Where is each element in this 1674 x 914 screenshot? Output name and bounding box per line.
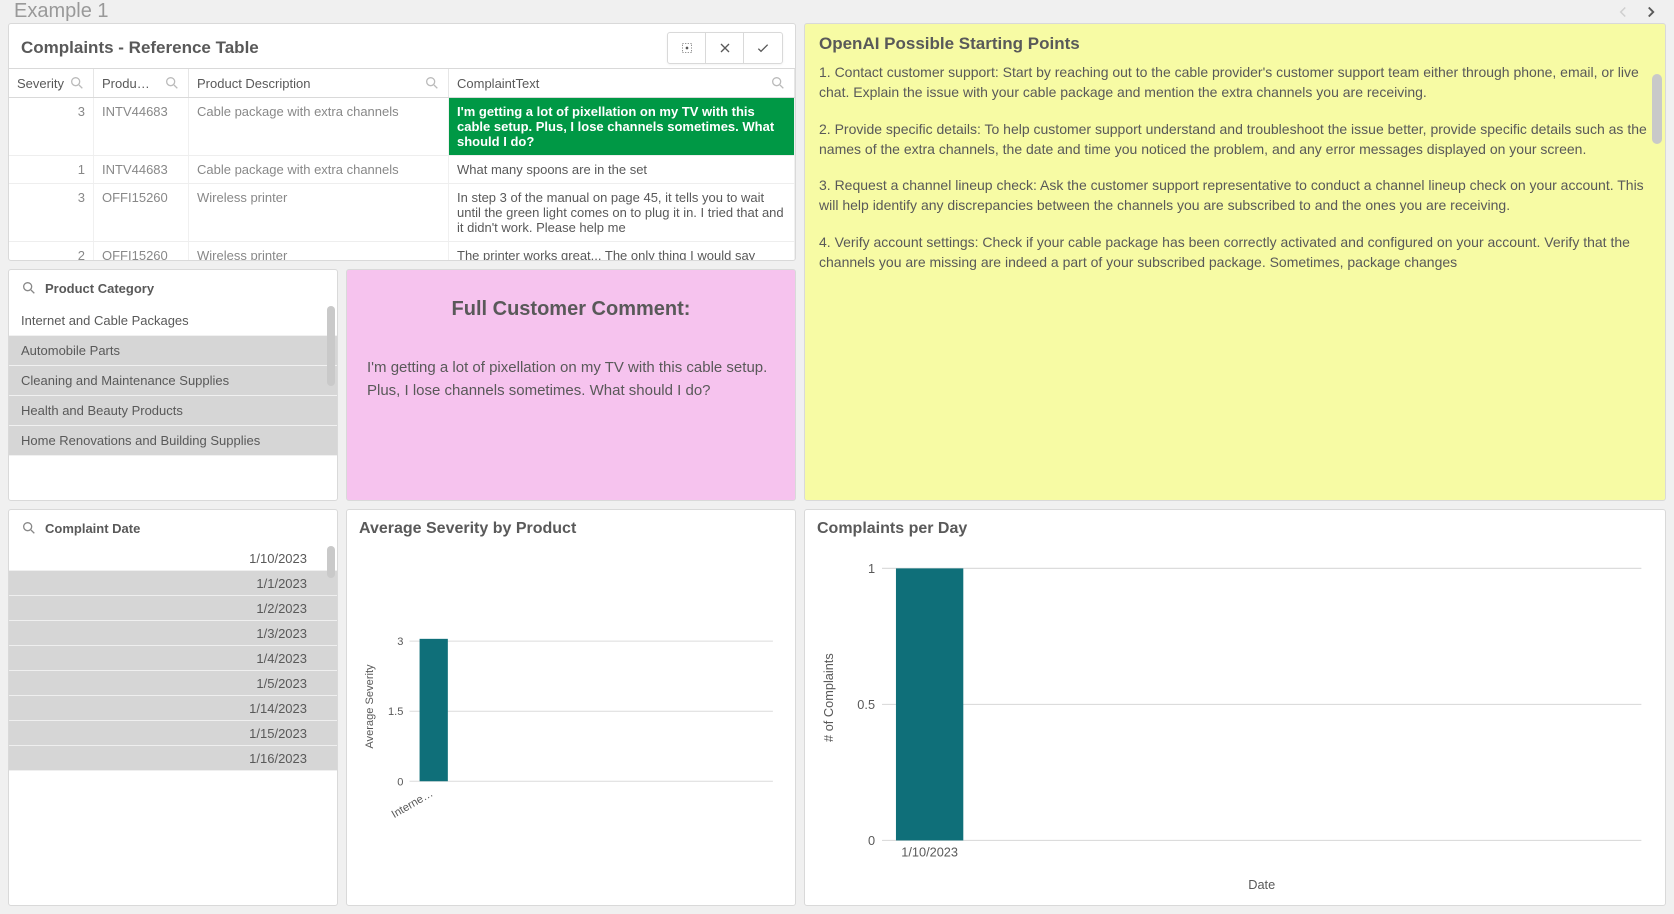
avg-severity-chart[interactable]: Average Severity by Product 0 1.5 3 Interne… (346, 509, 796, 906)
list-item[interactable]: Internet and Cable Packages (9, 306, 337, 336)
bar[interactable] (896, 568, 963, 840)
list-item[interactable]: 1/5/2023 (9, 671, 337, 696)
category-list[interactable]: Internet and Cable PackagesAutomobile Pa… (9, 306, 337, 500)
date-list[interactable]: 1/10/20231/1/20231/2/20231/3/20231/4/202… (9, 546, 337, 905)
svg-text:0.5: 0.5 (857, 697, 875, 712)
bar[interactable] (420, 639, 448, 781)
cell-severity: 2 (9, 242, 94, 260)
svg-text:1/10/2023: 1/10/2023 (901, 845, 958, 860)
cell-severity: 3 (9, 98, 94, 155)
prev-page-icon (1614, 3, 1632, 21)
svg-text:Date: Date (1248, 877, 1275, 892)
lasso-button[interactable] (668, 33, 706, 63)
svg-text:Interne…: Interne… (390, 788, 436, 821)
cell-product: OFFI15260 (94, 242, 189, 260)
selection-toolbar (667, 32, 783, 64)
full-comment: Full Customer Comment: I'm getting a lot… (346, 269, 796, 501)
list-item[interactable]: 1/1/2023 (9, 571, 337, 596)
list-item[interactable]: 1/4/2023 (9, 646, 337, 671)
svg-text:Average Severity: Average Severity (364, 664, 376, 749)
cell-product: OFFI15260 (94, 184, 189, 241)
cell-complainttext[interactable]: I'm getting a lot of pixellation on my T… (449, 98, 795, 155)
ai-suggestions[interactable]: OpenAI Possible Starting Points 1. Conta… (804, 23, 1666, 501)
col-description[interactable]: Product Description (189, 69, 449, 97)
list-item[interactable]: 1/16/2023 (9, 746, 337, 771)
check-icon (755, 40, 771, 56)
cell-description: Wireless printer (189, 184, 449, 241)
cell-complainttext[interactable]: What many spoons are in the set (449, 156, 795, 183)
date-filter: Complaint Date 1/10/20231/1/20231/2/2023… (8, 509, 338, 906)
svg-text:# of Complaints: # of Complaints (821, 653, 836, 742)
col-complainttext[interactable]: ComplaintText (449, 69, 795, 97)
table-body[interactable]: 3 INTV44683 Cable package with extra cha… (9, 98, 795, 260)
cell-product: INTV44683 (94, 156, 189, 183)
list-item[interactable]: Home Renovations and Building Supplies (9, 426, 337, 456)
cell-description: Cable package with extra channels (189, 98, 449, 155)
search-icon[interactable] (770, 75, 786, 91)
comment-title: Full Customer Comment: (367, 298, 775, 321)
list-item[interactable]: 1/14/2023 (9, 696, 337, 721)
cancel-button[interactable] (706, 33, 744, 63)
complaints-table: Complaints - Reference Table Severity Pr… (8, 23, 796, 261)
ai-paragraph: 1. Contact customer support: Start by re… (819, 62, 1651, 103)
search-icon[interactable] (164, 75, 180, 91)
chart-title: Average Severity by Product (359, 520, 783, 538)
cell-description: Wireless printer (189, 242, 449, 260)
search-icon[interactable] (21, 280, 37, 296)
scrollbar[interactable] (327, 546, 335, 578)
svg-text:0: 0 (868, 833, 875, 848)
ai-paragraph: 4. Verify account settings: Check if you… (819, 232, 1651, 273)
comment-text: I'm getting a lot of pixellation on my T… (367, 357, 775, 402)
cell-severity: 3 (9, 184, 94, 241)
category-title: Product Category (9, 270, 337, 306)
scrollbar[interactable] (1652, 74, 1662, 144)
list-item[interactable]: 1/3/2023 (9, 621, 337, 646)
table-row[interactable]: 2 OFFI15260 Wireless printer The printer… (9, 242, 795, 260)
ai-title: OpenAI Possible Starting Points (819, 34, 1651, 54)
cell-severity: 1 (9, 156, 94, 183)
page-title: Example 1 (14, 0, 109, 23)
ai-paragraph: 3. Request a channel lineup check: Ask t… (819, 175, 1651, 216)
col-severity[interactable]: Severity (9, 69, 94, 97)
svg-text:0: 0 (397, 776, 403, 788)
list-item[interactable]: Automobile Parts (9, 336, 337, 366)
scrollbar[interactable] (327, 306, 335, 386)
list-item[interactable]: 1/10/2023 (9, 546, 337, 571)
cell-description: Cable package with extra channels (189, 156, 449, 183)
svg-text:3: 3 (397, 636, 403, 648)
list-item[interactable]: 1/2/2023 (9, 596, 337, 621)
chart-title: Complaints per Day (817, 520, 1653, 538)
cell-product: INTV44683 (94, 98, 189, 155)
list-item[interactable]: Health and Beauty Products (9, 396, 337, 426)
cell-complainttext[interactable]: The printer works great... The only thin… (449, 242, 795, 260)
close-icon (717, 40, 733, 56)
table-row[interactable]: 3 INTV44683 Cable package with extra cha… (9, 98, 795, 156)
cell-complainttext[interactable]: In step 3 of the manual on page 45, it t… (449, 184, 795, 241)
search-icon[interactable] (21, 520, 37, 536)
confirm-button[interactable] (744, 33, 782, 63)
col-product[interactable]: Produ… (94, 69, 189, 97)
table-row[interactable]: 3 OFFI15260 Wireless printer In step 3 o… (9, 184, 795, 242)
next-page-icon[interactable] (1642, 3, 1660, 21)
table-row[interactable]: 1 INTV44683 Cable package with extra cha… (9, 156, 795, 184)
search-icon[interactable] (69, 75, 85, 91)
list-item[interactable]: Cleaning and Maintenance Supplies (9, 366, 337, 396)
complaints-per-day-chart[interactable]: Complaints per Day 0 0.5 1 1/10/2023 # of Co… (804, 509, 1666, 906)
table-header: Severity Produ… Product Description Comp… (9, 68, 795, 98)
search-icon[interactable] (424, 75, 440, 91)
category-filter: Product Category Internet and Cable Pack… (8, 269, 338, 501)
svg-text:1: 1 (868, 561, 875, 576)
ai-paragraph: 2. Provide specific details: To help cus… (819, 119, 1651, 160)
ai-body: 1. Contact customer support: Start by re… (819, 62, 1651, 272)
list-item[interactable]: 1/15/2023 (9, 721, 337, 746)
date-title: Complaint Date (9, 510, 337, 546)
svg-text:1.5: 1.5 (388, 706, 403, 718)
lasso-icon (679, 40, 695, 56)
complaints-title: Complaints - Reference Table (21, 38, 259, 58)
